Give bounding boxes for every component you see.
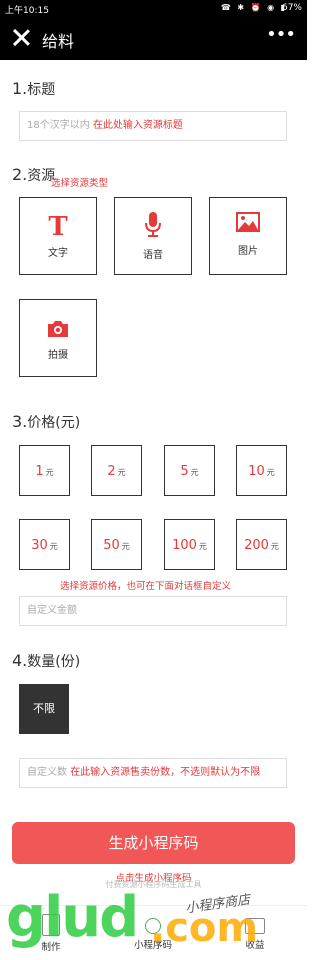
resource-voice-label: 语音 (143, 250, 163, 261)
more-icon[interactable]: ••• (266, 24, 296, 45)
status-icons: ☎ ✱ ⏰ ◉ ▮ (220, 3, 287, 12)
resource-text[interactable]: T 文字 (19, 197, 97, 275)
title-input-hint: 在此处输入资源标题 (92, 120, 183, 131)
status-bar: 上午10:15 ☎ ✱ ⏰ ◉ ▮ 67% (0, 0, 307, 18)
price-option[interactable]: 100 元 (164, 519, 215, 570)
resource-hint: 选择资源类型 (51, 178, 109, 189)
price-option[interactable]: 1元 (19, 445, 70, 496)
close-icon[interactable] (12, 28, 30, 46)
custom-quantity-input[interactable]: 自定义数 在此输入资源售卖份数，不选则默认为不限 (19, 758, 287, 788)
page-title: 给料 (42, 32, 75, 51)
custom-price-placeholder: 自定义金额 (27, 605, 77, 616)
resource-image-label: 图片 (238, 246, 258, 257)
image-icon (210, 212, 286, 236)
section-price-heading: 3.价格(元) (12, 412, 81, 431)
price-hint: 选择资源价格，也可在下面对话框自定义 (60, 581, 232, 592)
price-option[interactable]: 200 元 (236, 519, 287, 570)
text-icon: T (48, 212, 68, 242)
section-resource-heading: 2.资源 (12, 165, 56, 184)
nav-bar: 给料 ••• (0, 18, 307, 60)
custom-quantity-hint: 在此输入资源售卖份数，不选则默认为不限 (70, 767, 261, 778)
resource-image[interactable]: 图片 (209, 197, 287, 275)
section-quantity-heading: 4.数量(份) (12, 651, 81, 670)
title-input[interactable]: 18个汉字以内 在此处输入资源标题 (19, 111, 287, 141)
battery-level: 67% (281, 3, 302, 13)
custom-price-input[interactable]: 自定义金额 (19, 596, 287, 626)
quantity-unlimited-option[interactable]: 不限 (19, 684, 69, 734)
price-option[interactable]: 2元 (91, 445, 142, 496)
price-option[interactable]: 50 元 (91, 519, 142, 570)
generate-qrcode-button[interactable]: 生成小程序码 (12, 822, 295, 864)
title-input-placeholder: 18个汉字以内 (27, 120, 90, 131)
resource-camera-label: 拍摄 (48, 350, 68, 361)
status-time: 上午10:15 (5, 6, 49, 16)
resource-camera[interactable]: 拍摄 (19, 299, 97, 377)
watermark-logo: glud (6, 885, 139, 950)
price-option[interactable]: 10 元 (236, 445, 287, 496)
price-option[interactable]: 5元 (164, 445, 215, 496)
resource-voice[interactable]: 语音 (114, 197, 192, 275)
microphone-icon (115, 212, 191, 242)
price-option[interactable]: 30 元 (19, 519, 70, 570)
section-title-heading: 1.标题 (12, 79, 56, 98)
camera-icon (20, 320, 96, 342)
resource-text-label: 文字 (48, 248, 68, 259)
custom-quantity-placeholder: 自定义数 (27, 767, 67, 778)
